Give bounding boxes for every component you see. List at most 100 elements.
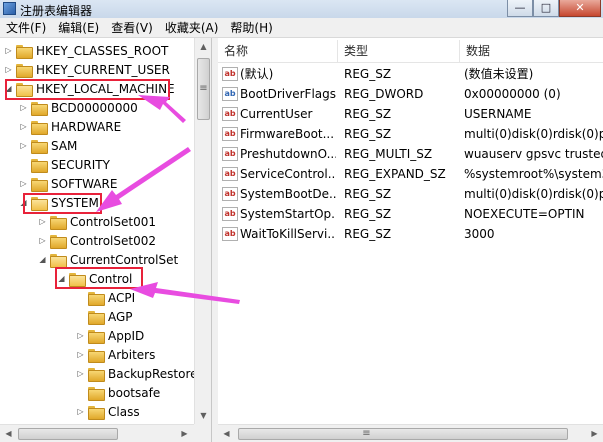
value-row[interactable]: ab PreshutdownO... REG_MULTI_SZ wuauserv gp… [218,144,603,164]
expand-triangle-icon[interactable] [76,312,85,321]
tree-item[interactable]: ▷ ControlSet001 [38,212,156,231]
scroll-down-icon[interactable]: ▼ [195,407,211,424]
maximize-button[interactable]: □ [533,0,559,17]
scroll-left-icon[interactable]: ◀ [0,425,17,442]
expand-triangle-icon[interactable]: ▷ [4,65,13,74]
tree-item[interactable]: ▷ Arbiters [76,345,155,364]
tree-item-label: Class [108,404,140,419]
window-title: 注册表编辑器 [20,4,93,18]
expand-triangle-icon[interactable]: ▷ [19,141,28,150]
column-header-name[interactable]: 名称 [218,40,338,62]
close-button[interactable]: ✕ [559,0,601,17]
tree-item[interactable]: ▷ HARDWARE [19,117,121,136]
column-header-type[interactable]: 类型 [338,40,460,62]
folder-icon [88,367,105,382]
expand-triangle-icon[interactable]: ▷ [76,407,85,416]
value-type: REG_SZ [344,127,392,141]
folder-icon [31,177,48,192]
value-row[interactable]: ab ServiceControl... REG_EXPAND_SZ %systemr… [218,164,603,184]
expand-triangle-icon[interactable] [76,293,85,302]
folder-icon [16,63,33,78]
tree-item[interactable]: bootsafe [76,383,160,402]
collapse-triangle-icon[interactable]: ◢ [38,255,47,264]
tree-item[interactable]: ▷ HKEY_CURRENT_USER [4,60,170,79]
header-divider [218,62,603,63]
expand-triangle-icon[interactable]: ▷ [38,217,47,226]
value-row[interactable]: ab SystemStartOp... REG_SZ NOEXECUTE=OPTIN [218,204,603,224]
expand-triangle-icon[interactable]: ▷ [19,122,28,131]
tree-item[interactable]: ▷ Class [76,402,140,421]
tree-hscroll-thumb[interactable] [18,428,118,440]
value-row[interactable]: ab BootDriverFlags REG_DWORD 0x00000000 (0) [218,84,603,104]
folder-icon [88,310,105,325]
value-data: multi(0)disk(0)rdisk(0)pa [464,127,603,141]
menu-favorites[interactable]: 收藏夹(A) [159,18,225,38]
column-header-data[interactable]: 数据 [460,40,603,62]
menu-view[interactable]: 查看(V) [105,18,159,38]
tree-item[interactable]: ▷ BCD00000000 [19,98,138,117]
expand-triangle-icon[interactable]: ▷ [76,331,85,340]
scroll-up-icon[interactable]: ▲ [195,38,211,55]
value-type: REG_SZ [344,107,392,121]
value-type: REG_DWORD [344,87,424,101]
tree-item-label: AGP [108,309,133,324]
string-value-icon: ab [222,67,238,81]
tree-item[interactable]: ▷ SAM [19,136,77,155]
expand-triangle-icon[interactable]: ▷ [19,179,28,188]
tree-item[interactable]: ▷ ControlSet002 [38,231,156,250]
tree-item-label: BCD00000000 [51,100,138,115]
string-value-icon: ab [222,207,238,221]
values-horizontal-scrollbar[interactable]: ◀ ≡ ▶ [218,424,603,442]
tree-item[interactable]: ▷ HKEY_CLASSES_ROOT [4,41,168,60]
tree-item[interactable]: ACPI [76,288,135,307]
value-type: REG_EXPAND_SZ [344,167,446,181]
folder-icon [50,215,67,230]
value-row[interactable]: ab SystemBootDe... REG_SZ multi(0)disk(0)rd… [218,184,603,204]
minimize-button[interactable]: — [507,0,533,17]
value-type: REG_SZ [344,227,392,241]
tree-item-label: bootsafe [108,385,161,400]
tree-item[interactable]: SECURITY [19,155,110,174]
tree-item-label: HKEY_CLASSES_ROOT [36,43,169,58]
value-row[interactable]: ab CurrentUser REG_SZ USERNAME [218,104,603,124]
menu-help[interactable]: 帮助(H) [224,18,278,38]
scroll-right-icon[interactable]: ▶ [176,425,193,442]
values-hscroll-thumb[interactable] [238,428,568,440]
tree-item[interactable]: ▷ SOFTWARE [19,174,117,193]
expand-triangle-icon[interactable]: ▷ [76,369,85,378]
tree-item-label: ACPI [108,290,136,305]
value-data: wuauserv gpsvc trustedi [464,147,603,161]
menu-file[interactable]: 文件(F) [0,18,52,38]
expand-triangle-icon[interactable] [19,160,28,169]
string-value-icon: ab [222,187,238,201]
value-list[interactable]: 名称 类型 数据 ab (默认) REG_SZ (数值未设置) ab BootDriver… [218,38,603,442]
expand-triangle-icon[interactable]: ▷ [38,236,47,245]
tree-item-label: HKEY_CURRENT_USER [36,62,170,77]
tree-vertical-scrollbar[interactable]: ▲ ≡ ▼ [194,38,211,424]
menu-edit[interactable]: 编辑(E) [52,18,105,38]
expand-triangle-icon[interactable]: ▷ [4,46,13,55]
values-scroll-right-icon[interactable]: ▶ [586,425,603,442]
expand-triangle-icon[interactable] [76,388,85,397]
value-row[interactable]: ab FirmwareBoot... REG_SZ multi(0)disk(0)rd… [218,124,603,144]
scroll-corner [194,424,211,442]
tree-item-label: SAM [51,138,78,153]
highlight-system [23,193,102,214]
scroll-grip-icon: ≡ [199,83,208,94]
tree-item-label: SECURITY [51,157,110,172]
expand-triangle-icon[interactable]: ▷ [76,350,85,359]
string-value-icon: ab [222,167,238,181]
tree-horizontal-scrollbar[interactable]: ◀ ▶ [0,424,194,442]
title-bar: 注册表编辑器 — □ ✕ [0,0,603,18]
tree-item[interactable]: AGP [76,307,133,326]
value-data: %systemroot%\system3 [464,167,603,181]
value-row[interactable]: ab WaitToKillServi... REG_SZ 3000 [218,224,603,244]
tree-item[interactable]: ▷ AppID [76,326,144,345]
expand-triangle-icon[interactable]: ▷ [19,103,28,112]
values-scroll-left-icon[interactable]: ◀ [218,425,235,442]
value-row[interactable]: ab (默认) REG_SZ (数值未设置) [218,64,603,84]
tree-item[interactable]: ▷ BackupRestore [76,364,198,383]
value-name: PreshutdownO... [240,147,336,161]
values-scroll-grip-icon: ≡ [362,428,371,439]
value-data: USERNAME [464,107,532,121]
